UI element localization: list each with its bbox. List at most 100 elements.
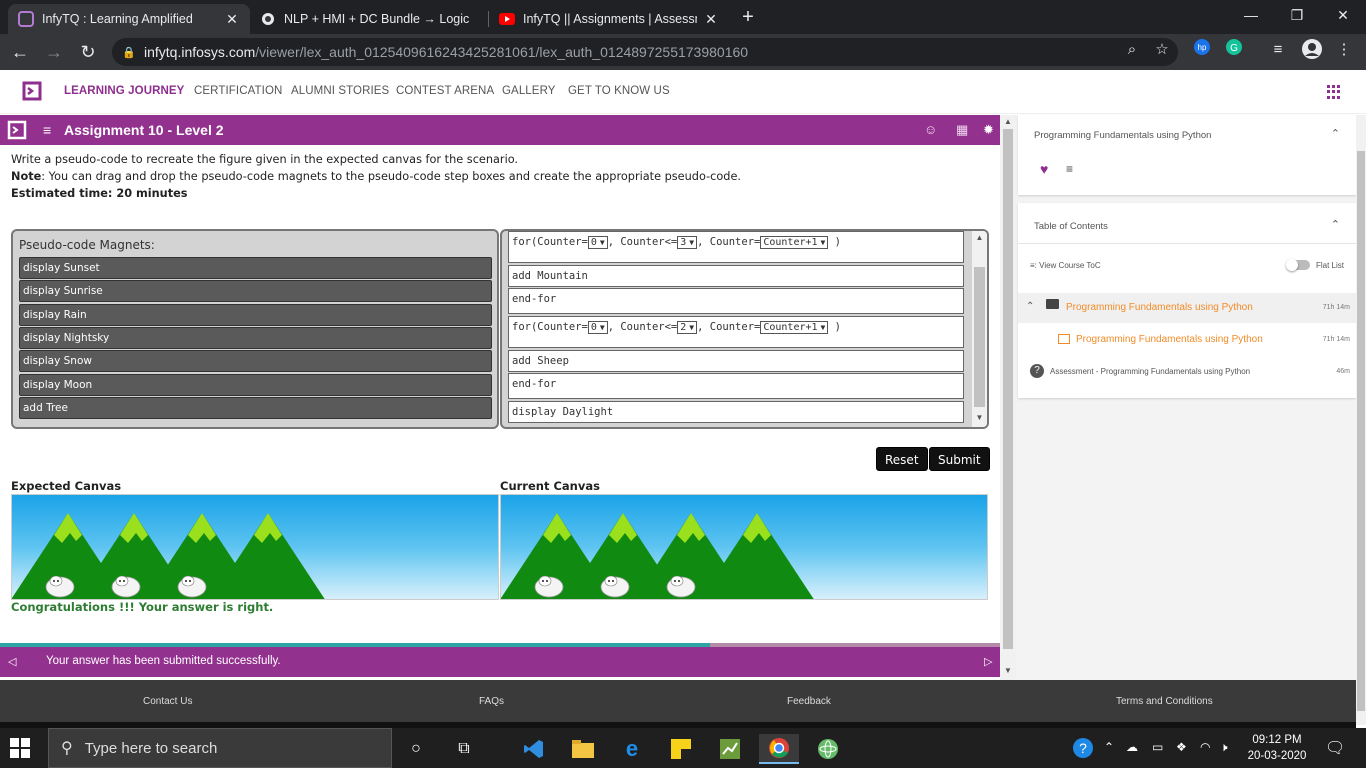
footer-faqs-link[interactable]: FAQs [479,696,504,707]
minimize-button[interactable]: — [1228,0,1274,30]
reset-button[interactable]: Reset [876,447,928,471]
view-toc-link[interactable]: ≡: View Course ToC [1030,261,1101,270]
start-select[interactable]: 0 ▼ [587,236,608,249]
back-arrow-icon[interactable]: ← [8,40,32,64]
vscode-icon[interactable] [514,734,554,764]
expand-chevron-icon[interactable]: ⌃ [1026,301,1034,312]
nav-contest-arena[interactable]: CONTEST ARENA [396,85,494,97]
hp-extension-icon[interactable]: hp [1190,38,1214,62]
collapse-chevron-icon[interactable]: ⌃ [1331,127,1340,140]
calendar-icon[interactable]: ▦ [956,122,968,138]
grammarly-extension-icon[interactable]: G [1222,38,1246,62]
browser-tab-assignments[interactable]: InfyTQ || Assignments | Assessme ✕ [489,4,729,34]
limit-select[interactable]: 2 ▼ [677,321,698,334]
infytq-logo-icon[interactable] [20,79,44,103]
wifi-icon[interactable]: ◠ [1200,740,1210,754]
increment-select[interactable]: Counter+1 ▼ [760,236,829,249]
magnet-item[interactable]: display Sunset [19,257,492,279]
step-box[interactable]: end-for [508,288,964,314]
show-hidden-icons-chevron[interactable]: ⌃ [1104,740,1114,754]
previous-arrow-icon[interactable]: ◁ [8,655,16,668]
toc-item[interactable]: ⌃ Programming Fundamentals using Python … [1018,293,1356,323]
address-bar[interactable]: 🔒 infytq.infosys.com/viewer/lex_auth_012… [112,38,1178,66]
help-tray-icon[interactable]: ? [1072,737,1094,762]
taskbar-clock[interactable]: 09:12 PM 20-03-2020 [1244,732,1310,764]
footer-contact-link[interactable]: Contact Us [143,696,192,707]
scroll-up-icon[interactable]: ▲ [1000,117,1016,126]
notifications-icon[interactable]: 🗨 [1325,738,1345,758]
content-scrollbar[interactable]: ▲ ▼ [1000,115,1016,680]
apps-grid-icon[interactable] [1327,85,1341,99]
smiley-icon[interactable]: ☺ [924,122,937,137]
file-explorer-icon[interactable] [563,734,603,764]
scroll-down-icon[interactable]: ▼ [972,413,987,422]
magnet-item[interactable]: add Tree [19,397,492,419]
new-tab-button[interactable]: + [737,6,759,28]
nav-gallery[interactable]: GALLERY [502,85,556,97]
scrollbar-thumb[interactable] [1003,129,1013,649]
nav-get-to-know-us[interactable]: GET TO KNOW US [568,85,670,97]
menu-icon[interactable]: ≡ [43,122,51,138]
magnet-item[interactable]: display Moon [19,374,492,396]
onedrive-icon[interactable]: ☁ [1126,740,1138,754]
step-box-for-loop[interactable]: for(Counter= 0 ▼, Counter<= 3 ▼, Counter= Cou… [508,231,964,263]
windows-start-icon[interactable] [10,738,30,758]
forward-arrow-icon[interactable]: → [42,40,66,64]
toc-item[interactable]: ? Assessment - Programming Fundamentals … [1018,358,1356,388]
step-box[interactable]: display Daylight [508,401,964,423]
tab-close-icon[interactable]: ✕ [703,11,719,28]
start-select[interactable]: 0 ▼ [587,321,608,334]
profile-avatar[interactable] [1300,38,1324,62]
sticky-notes-icon[interactable] [661,734,701,764]
next-arrow-icon[interactable]: ▷ [984,655,992,668]
battery-icon[interactable]: ▭ [1152,740,1163,754]
chrome-icon[interactable] [759,734,799,764]
scrollbar-thumb[interactable] [1357,151,1365,711]
taskbar-search-input[interactable]: ⚲ Type here to search [48,728,392,768]
increment-select[interactable]: Counter+1 ▼ [760,321,829,334]
magnet-item[interactable]: display Rain [19,304,492,326]
step-box[interactable]: add Sheep [508,350,964,372]
nav-alumni-stories[interactable]: ALUMNI STORIES [291,85,389,97]
footer-feedback-link[interactable]: Feedback [787,696,831,707]
page-scrollbar[interactable] [1356,115,1366,725]
nav-learning-journey[interactable]: LEARNING JOURNEY [64,85,184,97]
submit-button[interactable]: Submit [929,447,990,471]
tab-close-icon[interactable]: ✕ [224,11,240,28]
scroll-up-icon[interactable]: ▲ [972,233,987,242]
bookmark-star-icon[interactable]: ☆ [1150,38,1174,62]
flat-list-toggle[interactable] [1286,259,1310,271]
chrome-menu-icon[interactable]: ⋮ [1332,38,1356,62]
chart-app-icon[interactable] [710,734,750,764]
reading-list-icon[interactable]: ≡ [1266,38,1290,62]
steps-scrollbar[interactable]: ▲ ▼ [972,231,987,427]
edge-icon[interactable]: e [612,734,652,764]
heart-icon[interactable]: ♥ [1040,161,1048,177]
nav-certification[interactable]: CERTIFICATION [194,85,282,97]
magnet-item[interactable]: display Snow [19,350,492,372]
step-box[interactable]: end-for [508,373,964,399]
scroll-down-icon[interactable]: ▼ [1000,666,1016,675]
zoom-icon[interactable]: ⌕ [1120,38,1144,62]
dropbox-icon[interactable]: ❖ [1176,740,1187,754]
scrollbar-thumb[interactable] [974,267,985,407]
cortana-icon[interactable]: ○ [396,734,436,764]
infytq-logo-icon[interactable] [6,119,28,141]
magnet-item[interactable]: display Nightsky [19,327,492,349]
volume-muted-icon[interactable]: 🕨 [1220,740,1228,755]
atom-icon[interactable] [808,734,848,764]
footer-terms-link[interactable]: Terms and Conditions [1116,696,1213,707]
magnet-item[interactable]: display Sunrise [19,280,492,302]
close-window-button[interactable]: ✕ [1320,0,1366,30]
maximize-button[interactable]: ❐ [1274,0,1320,30]
browser-tab-infytq[interactable]: InfyTQ : Learning Amplified ✕ [8,4,250,34]
settings-gear-icon[interactable]: ✹ [983,122,994,138]
step-box-for-loop[interactable]: for(Counter= 0 ▼, Counter<= 2 ▼, Counter= Cou… [508,316,964,348]
task-view-icon[interactable]: ⧉ [444,734,484,764]
reload-icon[interactable]: ↻ [76,40,100,64]
step-box[interactable]: add Mountain [508,265,964,287]
browser-tab-nlp[interactable]: NLP + HMI + DC Bundle → Logic [250,4,488,34]
limit-select[interactable]: 3 ▼ [677,236,698,249]
toc-item[interactable]: Programming Fundamentals using Python 71… [1018,325,1356,355]
collapse-chevron-icon[interactable]: ⌃ [1331,218,1340,231]
